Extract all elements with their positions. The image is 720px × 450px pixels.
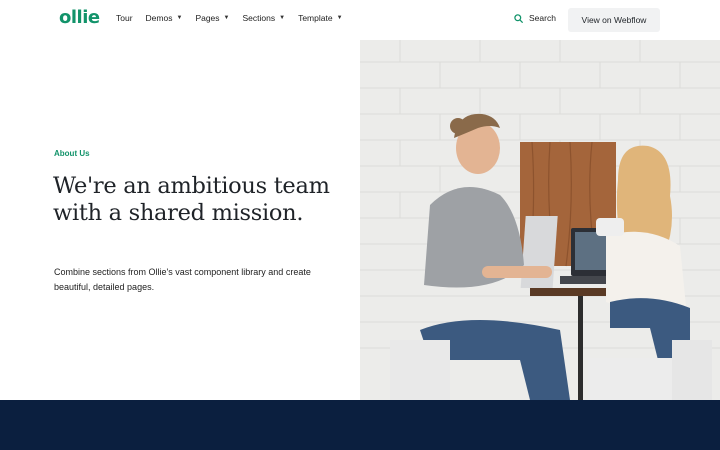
- nav-item-label: Tour: [116, 13, 133, 23]
- nav-item-label: Pages: [195, 13, 220, 23]
- caret-down-icon: ▼: [176, 15, 183, 21]
- caret-down-icon: ▼: [336, 15, 343, 21]
- view-on-webflow-button[interactable]: View on Webflow: [568, 8, 660, 32]
- caret-down-icon: ▼: [279, 15, 286, 21]
- search-label: Search: [529, 13, 556, 23]
- nav-item-pages[interactable]: Pages ▼: [195, 13, 229, 23]
- section-eyebrow: About Us: [54, 149, 90, 158]
- next-section-band: [0, 400, 720, 450]
- team-photo: [360, 40, 720, 400]
- page-title: We're an ambitious team with a shared mi…: [53, 173, 330, 226]
- nav-item-tour[interactable]: Tour: [116, 13, 133, 23]
- nav-item-demos[interactable]: Demos ▼: [146, 13, 183, 23]
- nav-item-template[interactable]: Template ▼: [298, 13, 342, 23]
- team-photo-illustration: [360, 40, 720, 400]
- search-icon: [514, 13, 523, 23]
- nav-links: Tour Demos ▼ Pages ▼ Sections ▼ Template…: [116, 13, 356, 23]
- hero-description: Combine sections from Ollie's vast compo…: [54, 267, 311, 292]
- top-navigation: ollie Tour Demos ▼ Pages ▼ Sections ▼ Te…: [0, 0, 720, 40]
- nav-item-label: Template: [298, 13, 333, 23]
- nav-item-label: Sections: [242, 13, 276, 23]
- nav-item-label: Demos: [145, 13, 173, 23]
- caret-down-icon: ▼: [223, 15, 230, 21]
- ollie-logo[interactable]: ollie: [59, 7, 100, 28]
- search-button[interactable]: Search: [514, 13, 556, 23]
- nav-item-sections[interactable]: Sections ▼: [243, 13, 286, 23]
